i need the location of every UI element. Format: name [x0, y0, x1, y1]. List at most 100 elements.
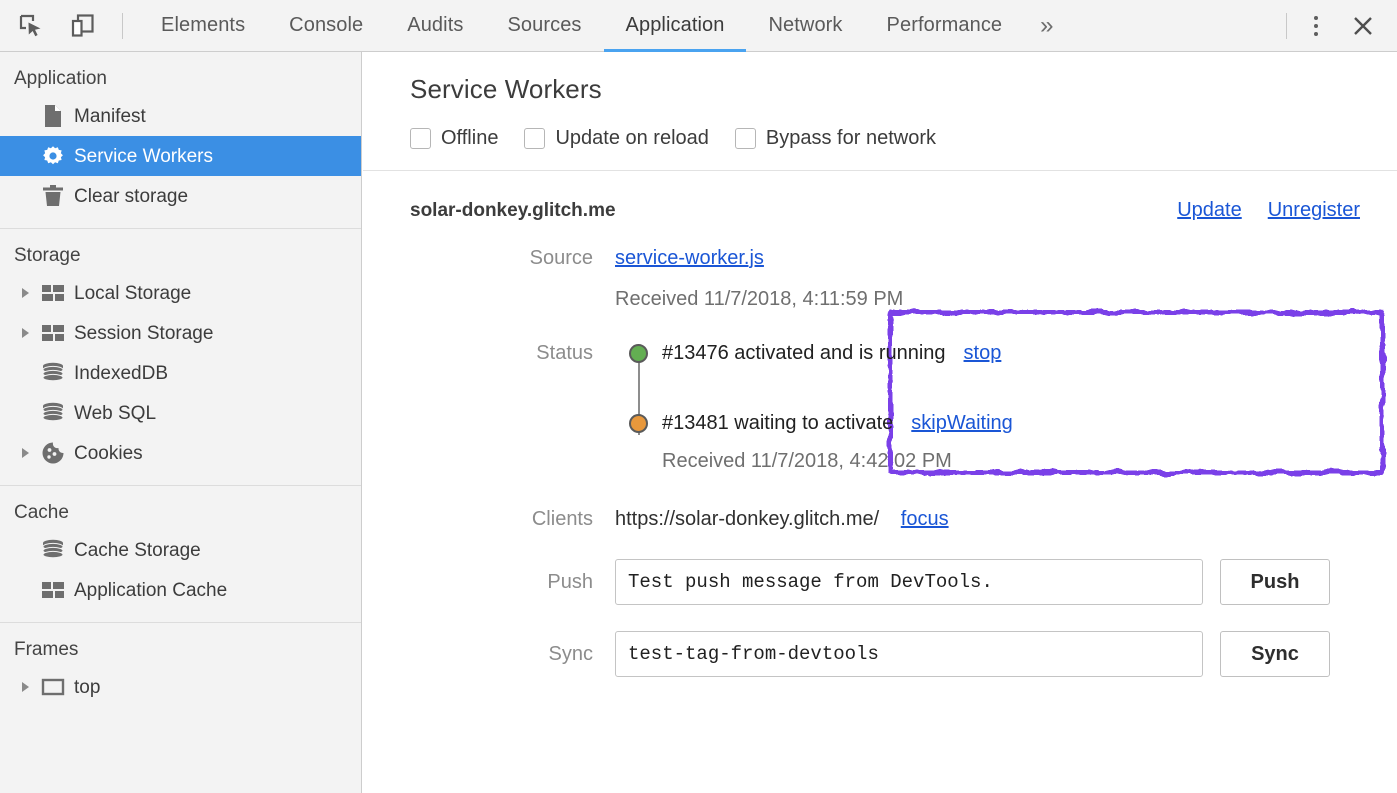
service-workers-panel: Service Workers Offline Update on reload…: [363, 52, 1397, 793]
application-sidebar[interactable]: Application Manifest: [0, 52, 362, 793]
tab-elements[interactable]: Elements: [139, 0, 267, 52]
status-text: #13476 activated and is running: [662, 339, 946, 367]
sidebar-item-label: Cache Storage: [74, 541, 201, 560]
sidebar-item-cache-storage[interactable]: Cache Storage: [0, 530, 361, 570]
registration-origin: solar-donkey.glitch.me: [410, 200, 616, 222]
tab-network[interactable]: Network: [746, 0, 864, 52]
chevron-right-icon[interactable]: [14, 682, 36, 692]
kebab-menu-icon[interactable]: [1301, 9, 1331, 43]
sidebar-section-storage: Storage Local Storage: [0, 229, 361, 486]
tab-sources[interactable]: Sources: [485, 0, 603, 52]
checkbox-label: Offline: [441, 127, 498, 150]
sync-label: Sync: [410, 640, 615, 668]
checkbox-box[interactable]: [524, 128, 545, 149]
sidebar-item-local-storage[interactable]: Local Storage: [0, 273, 361, 313]
status-dot-green-icon: [629, 344, 648, 363]
table-icon: [36, 283, 70, 303]
push-input[interactable]: [615, 559, 1203, 605]
sidebar-item-service-workers[interactable]: Service Workers: [0, 136, 361, 176]
sidebar-section-title: Storage: [0, 239, 361, 273]
status-label: Status: [410, 339, 615, 367]
tab-label: Sources: [507, 14, 581, 37]
more-tabs-chevron-icon[interactable]: »: [1024, 0, 1069, 52]
tab-label: Console: [289, 14, 363, 37]
source-received-text: Received 11/7/2018, 4:11:59 PM: [615, 285, 1397, 313]
cookie-icon: [36, 441, 70, 465]
status-dot-orange-icon: [629, 414, 648, 433]
tab-label: Application: [626, 14, 725, 37]
inspect-element-icon[interactable]: [14, 9, 48, 43]
skip-waiting-link[interactable]: skipWaiting: [911, 409, 1013, 437]
sidebar-item-label: top: [74, 678, 100, 697]
clients-row: Clients https://solar-donkey.glitch.me/ …: [410, 505, 1397, 533]
registration-actions: Update Unregister: [1177, 199, 1397, 222]
sidebar-item-label: Session Storage: [74, 324, 213, 343]
status-row: Status #13476 activated and is running s…: [410, 339, 1397, 475]
source-file-link[interactable]: service-worker.js: [615, 247, 764, 269]
panel-tabs: Elements Console Audits Sources Applicat…: [139, 0, 1070, 52]
close-icon[interactable]: [1345, 8, 1381, 44]
document-icon: [36, 104, 70, 128]
clients-body: https://solar-donkey.glitch.me/ focus: [615, 505, 1397, 533]
status-text: #13481 waiting to activate: [662, 409, 893, 437]
sidebar-item-web-sql[interactable]: Web SQL: [0, 393, 361, 433]
status-item-active: #13476 activated and is running stop: [629, 339, 1397, 367]
sync-input[interactable]: [615, 631, 1203, 677]
status-received-text: Received 11/7/2018, 4:42:02 PM: [629, 447, 1397, 475]
push-button[interactable]: Push: [1220, 559, 1330, 605]
checkbox-box[interactable]: [410, 128, 431, 149]
sync-button[interactable]: Sync: [1220, 631, 1330, 677]
sidebar-item-top[interactable]: top: [0, 667, 361, 707]
sidebar-item-label: Application Cache: [74, 581, 227, 600]
service-worker-registration: solar-donkey.glitch.me Update Unregister…: [363, 171, 1397, 677]
registration-header: solar-donkey.glitch.me Update Unregister: [410, 199, 1397, 222]
toolbar-divider: [122, 13, 123, 39]
chevron-right-icon[interactable]: [14, 288, 36, 298]
source-row: Source service-worker.js Received 11/7/2…: [410, 244, 1397, 313]
tab-audits[interactable]: Audits: [385, 0, 485, 52]
trash-icon: [36, 184, 70, 208]
table-icon: [36, 580, 70, 600]
devtools-toolbar: Elements Console Audits Sources Applicat…: [0, 0, 1397, 52]
tab-application[interactable]: Application: [604, 0, 747, 52]
more-tabs-label: »: [1040, 12, 1053, 40]
toolbar-right-group: [1272, 8, 1397, 44]
stop-link[interactable]: stop: [964, 339, 1002, 367]
sidebar-section-title: Cache: [0, 496, 361, 530]
checkbox-update-on-reload[interactable]: Update on reload: [524, 127, 708, 150]
service-worker-options: Offline Update on reload Bypass for netw…: [410, 127, 1397, 170]
device-toolbar-icon[interactable]: [66, 9, 100, 43]
sidebar-item-clear-storage[interactable]: Clear storage: [0, 176, 361, 216]
devtools-window: Elements Console Audits Sources Applicat…: [0, 0, 1397, 793]
sidebar-item-label: IndexedDB: [74, 364, 168, 383]
sidebar-item-indexeddb[interactable]: IndexedDB: [0, 353, 361, 393]
focus-link[interactable]: focus: [901, 508, 949, 530]
checkbox-bypass-for-network[interactable]: Bypass for network: [735, 127, 936, 150]
sidebar-item-label: Service Workers: [74, 147, 213, 166]
checkbox-box[interactable]: [735, 128, 756, 149]
sidebar-item-label: Manifest: [74, 107, 146, 126]
checkbox-label: Update on reload: [555, 127, 708, 150]
update-link[interactable]: Update: [1177, 199, 1242, 222]
tab-label: Network: [768, 14, 842, 37]
tab-performance[interactable]: Performance: [865, 0, 1025, 52]
sidebar-item-label: Web SQL: [74, 404, 156, 423]
clients-label: Clients: [410, 505, 615, 533]
client-url: https://solar-donkey.glitch.me/: [615, 508, 879, 530]
table-icon: [36, 323, 70, 343]
unregister-link[interactable]: Unregister: [1268, 199, 1360, 222]
sidebar-section-title: Frames: [0, 633, 361, 667]
sidebar-item-session-storage[interactable]: Session Storage: [0, 313, 361, 353]
sidebar-item-cookies[interactable]: Cookies: [0, 433, 361, 473]
tab-console[interactable]: Console: [267, 0, 385, 52]
sidebar-section-application: Application Manifest: [0, 52, 361, 229]
sidebar-item-application-cache[interactable]: Application Cache: [0, 570, 361, 610]
push-label: Push: [410, 568, 615, 596]
sidebar-item-label: Clear storage: [74, 187, 188, 206]
chevron-right-icon[interactable]: [14, 448, 36, 458]
chevron-right-icon[interactable]: [14, 328, 36, 338]
sidebar-item-manifest[interactable]: Manifest: [0, 96, 361, 136]
database-icon: [36, 402, 70, 424]
database-icon: [36, 362, 70, 384]
checkbox-offline[interactable]: Offline: [410, 127, 498, 150]
